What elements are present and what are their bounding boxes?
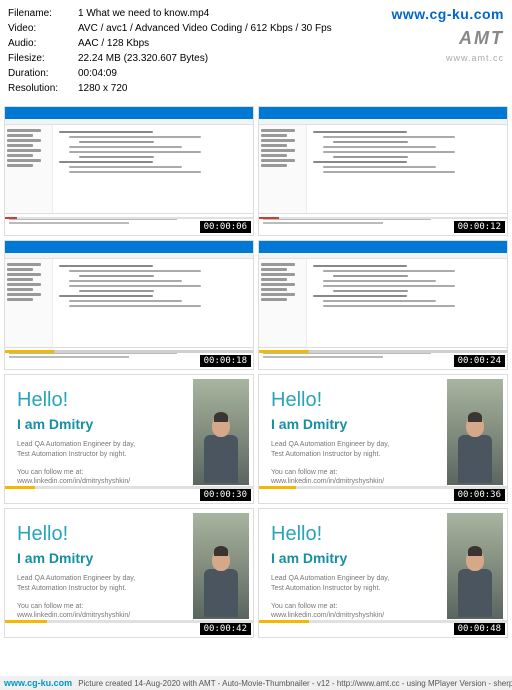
thumbnail-timestamp: 00:00:06 <box>200 221 251 233</box>
slide-name: I am Dmitry <box>271 416 437 432</box>
ide-code-area <box>307 259 507 347</box>
thumbnail-1[interactable]: 00:00:06 <box>4 106 254 236</box>
slide-title: Hello! <box>17 389 183 412</box>
resolution-value: 1280 x 720 <box>78 81 504 96</box>
ide-sidebar <box>5 259 53 347</box>
ide-titlebar <box>5 241 253 253</box>
person-icon <box>203 415 239 485</box>
slide-text-content: Hello! I am Dmitry Lead QA Automation En… <box>259 375 447 503</box>
progress-bar <box>259 217 507 219</box>
video-label: Video: <box>8 21 78 36</box>
slide-follow: You can follow me at:www.linkedin.com/in… <box>17 602 183 622</box>
thumbnail-6[interactable]: Hello! I am Dmitry Lead QA Automation En… <box>258 374 508 504</box>
ide-titlebar <box>259 107 507 119</box>
info-row-duration: Duration: 00:04:09 <box>8 66 504 81</box>
footer-watermark: www.cg-ku.com <box>4 678 72 688</box>
ide-sidebar <box>259 125 307 213</box>
ide-titlebar <box>5 107 253 119</box>
thumbnail-grid: 00:00:06 00:00:12 <box>0 102 512 642</box>
slide-text-content: Hello! I am Dmitry Lead QA Automation En… <box>259 509 447 637</box>
thumbnail-timestamp: 00:00:48 <box>454 623 505 635</box>
watermark-url: www.cg-ku.com <box>391 4 504 25</box>
presenter-photo <box>447 513 503 619</box>
thumbnail-timestamp: 00:00:18 <box>200 355 251 367</box>
audio-label: Audio: <box>8 36 78 51</box>
slide-subtitle: Lead QA Automation Engineer by day,Test … <box>17 574 183 594</box>
presenter-photo <box>193 513 249 619</box>
duration-label: Duration: <box>8 66 78 81</box>
ide-sidebar <box>5 125 53 213</box>
presenter-photo <box>193 379 249 485</box>
thumbnail-3[interactable]: 00:00:18 <box>4 240 254 370</box>
ide-body <box>5 125 253 213</box>
ide-sidebar <box>259 259 307 347</box>
slide-subtitle: Lead QA Automation Engineer by day,Test … <box>17 440 183 460</box>
thumbnail-timestamp: 00:00:30 <box>200 489 251 501</box>
thumbnail-8[interactable]: Hello! I am Dmitry Lead QA Automation En… <box>258 508 508 638</box>
filesize-label: Filesize: <box>8 51 78 66</box>
slide-text-content: Hello! I am Dmitry Lead QA Automation En… <box>5 375 193 503</box>
footer-bar: www.cg-ku.com Picture created 14-Aug-202… <box>0 676 512 690</box>
ide-code-area <box>307 125 507 213</box>
thumbnail-2[interactable]: 00:00:12 <box>258 106 508 236</box>
filename-label: Filename: <box>8 6 78 21</box>
progress-bar <box>5 217 253 219</box>
progress-bar <box>259 350 507 353</box>
ide-titlebar <box>259 241 507 253</box>
thumbnail-7[interactable]: Hello! I am Dmitry Lead QA Automation En… <box>4 508 254 638</box>
slide-subtitle: Lead QA Automation Engineer by day,Test … <box>271 440 437 460</box>
slide-name: I am Dmitry <box>17 416 183 432</box>
ide-body <box>259 125 507 213</box>
slide-follow: You can follow me at:www.linkedin.com/in… <box>17 468 183 488</box>
info-row-resolution: Resolution: 1280 x 720 <box>8 81 504 96</box>
presenter-photo <box>447 379 503 485</box>
thumbnail-4[interactable]: 00:00:24 <box>258 240 508 370</box>
thumbnail-timestamp: 00:00:36 <box>454 489 505 501</box>
resolution-label: Resolution: <box>8 81 78 96</box>
ide-code-area <box>53 125 253 213</box>
watermark-sub: www.amt.cc <box>391 52 504 66</box>
footer-text: Picture created 14-Aug-2020 with AMT - A… <box>78 679 512 688</box>
thumbnail-5[interactable]: Hello! I am Dmitry Lead QA Automation En… <box>4 374 254 504</box>
ide-body <box>259 259 507 347</box>
slide-follow: You can follow me at:www.linkedin.com/in… <box>271 468 437 488</box>
slide-follow: You can follow me at:www.linkedin.com/in… <box>271 602 437 622</box>
slide-subtitle: Lead QA Automation Engineer by day,Test … <box>271 574 437 594</box>
thumbnail-timestamp: 00:00:42 <box>200 623 251 635</box>
watermark-top: www.cg-ku.com AMT www.amt.cc <box>391 4 504 66</box>
duration-value: 00:04:09 <box>78 66 504 81</box>
ide-code-area <box>53 259 253 347</box>
slide-title: Hello! <box>271 389 437 412</box>
progress-bar <box>5 350 253 353</box>
watermark-logo: AMT <box>391 25 504 52</box>
slide-title: Hello! <box>17 523 183 546</box>
thumbnail-timestamp: 00:00:12 <box>454 221 505 233</box>
slide-name: I am Dmitry <box>17 550 183 566</box>
media-info-panel: www.cg-ku.com AMT www.amt.cc Filename: 1… <box>0 0 512 102</box>
slide-text-content: Hello! I am Dmitry Lead QA Automation En… <box>5 509 193 637</box>
thumbnail-timestamp: 00:00:24 <box>454 355 505 367</box>
person-icon <box>457 415 493 485</box>
slide-name: I am Dmitry <box>271 550 437 566</box>
ide-body <box>5 259 253 347</box>
person-icon <box>203 549 239 619</box>
person-icon <box>457 549 493 619</box>
slide-title: Hello! <box>271 523 437 546</box>
